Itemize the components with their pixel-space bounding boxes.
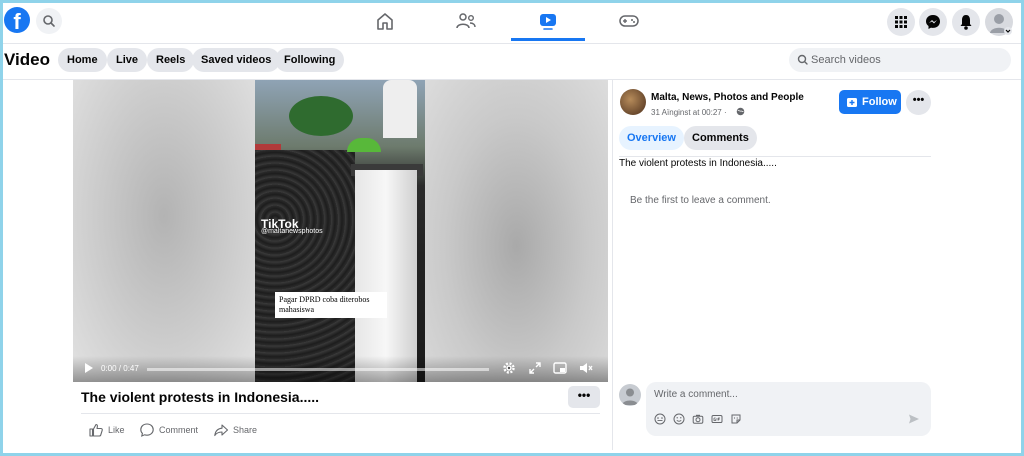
friends-icon bbox=[456, 13, 476, 29]
search-videos-input[interactable]: Search videos bbox=[789, 48, 1011, 72]
pill-saved-videos[interactable]: Saved videos bbox=[192, 48, 281, 72]
post-title: The violent protests in Indonesia..... bbox=[81, 389, 320, 405]
comment-input[interactable]: Write a comment... bbox=[646, 382, 931, 436]
video-frame: TikTok @maltanewsphotos Pagar DPRD coba … bbox=[255, 80, 425, 382]
home-icon bbox=[377, 13, 393, 30]
play-icon bbox=[85, 363, 93, 373]
nav-active-indicator bbox=[511, 38, 585, 41]
settings-button[interactable] bbox=[501, 360, 517, 376]
post-divider bbox=[81, 413, 600, 414]
right-gutter bbox=[944, 80, 1024, 450]
pill-live[interactable]: Live bbox=[107, 48, 148, 72]
search-facebook-button[interactable] bbox=[36, 8, 62, 34]
account-button[interactable] bbox=[985, 8, 1013, 36]
send-icon[interactable] bbox=[908, 413, 920, 425]
comment-bubble-icon bbox=[140, 423, 154, 437]
globe-icon bbox=[736, 107, 745, 116]
gear-icon bbox=[503, 362, 515, 374]
page-avatar[interactable] bbox=[620, 89, 646, 115]
scene-crowd bbox=[255, 150, 355, 382]
gamepad-icon bbox=[619, 15, 639, 27]
video-subheader: Video Home Live Reels Saved videos Follo… bbox=[0, 44, 1024, 80]
page-name[interactable]: Malta, News, Photos and People bbox=[651, 92, 804, 103]
tab-comments[interactable]: Comments bbox=[684, 126, 757, 150]
avatar-icon bbox=[622, 388, 638, 405]
scene-umbrella bbox=[347, 138, 381, 152]
video-time: 0:00 / 0:47 bbox=[101, 364, 139, 373]
post-more-button[interactable]: ••• bbox=[568, 386, 600, 408]
nav-video[interactable] bbox=[535, 9, 561, 33]
nav-friends[interactable] bbox=[453, 9, 479, 33]
sticker-icon[interactable] bbox=[730, 413, 742, 425]
follow-page-icon bbox=[847, 98, 857, 107]
search-icon bbox=[43, 15, 55, 27]
pill-home[interactable]: Home bbox=[58, 48, 107, 72]
tiktok-watermark: TikTok @maltanewsphotos bbox=[261, 217, 323, 236]
menu-button[interactable] bbox=[887, 8, 915, 36]
like-label: Like bbox=[108, 425, 125, 435]
tiktok-handle: @maltanewsphotos bbox=[261, 228, 323, 235]
avatar-sticker-icon[interactable] bbox=[654, 413, 666, 425]
avatar-icon bbox=[990, 14, 1012, 35]
volume-button[interactable] bbox=[578, 360, 594, 376]
follow-button[interactable]: Follow bbox=[839, 90, 901, 114]
scene-person bbox=[383, 80, 417, 138]
emoji-icon[interactable] bbox=[673, 413, 685, 425]
comment-label: Comment bbox=[159, 425, 199, 435]
player-blur-right bbox=[425, 80, 608, 382]
video-caption: Pagar DPRD coba diterobos mahasiswa bbox=[275, 292, 387, 318]
play-button[interactable] bbox=[81, 360, 97, 376]
scene-gate bbox=[355, 170, 417, 382]
share-label: Share bbox=[233, 425, 258, 435]
page-more-button[interactable]: ••• bbox=[906, 90, 931, 115]
post-timestamp: 31 Aïnginst at 00:27 · bbox=[651, 108, 727, 117]
miniplayer-icon bbox=[553, 362, 567, 374]
facebook-logo[interactable]: f bbox=[4, 7, 30, 34]
miniplayer-button[interactable] bbox=[552, 360, 568, 376]
panel-divider bbox=[619, 156, 931, 157]
grid-menu-icon bbox=[895, 16, 907, 28]
share-arrow-icon bbox=[214, 424, 229, 437]
empty-comments-message: Be the first to leave a comment. bbox=[630, 195, 771, 206]
search-videos-placeholder: Search videos bbox=[811, 54, 881, 66]
page-title: Video bbox=[4, 50, 50, 69]
video-progress-bar[interactable] bbox=[147, 368, 489, 371]
gif-icon[interactable] bbox=[711, 413, 723, 425]
expand-icon bbox=[529, 362, 541, 374]
messenger-button[interactable] bbox=[919, 8, 947, 36]
search-icon bbox=[797, 54, 808, 65]
pill-reels[interactable]: Reels bbox=[147, 48, 195, 72]
video-play-icon bbox=[540, 14, 556, 30]
tab-overview[interactable]: Overview bbox=[619, 126, 684, 150]
comment-placeholder: Write a comment... bbox=[654, 389, 738, 400]
thumbs-up-icon bbox=[89, 423, 103, 437]
tiktok-logo: TikTok bbox=[261, 217, 299, 231]
nav-gaming[interactable] bbox=[616, 9, 642, 33]
bell-icon bbox=[960, 15, 972, 30]
messenger-icon bbox=[926, 15, 940, 29]
nav-home[interactable] bbox=[372, 9, 398, 33]
avatar[interactable] bbox=[619, 384, 641, 406]
scene-tree bbox=[289, 96, 353, 136]
like-button[interactable]: Like bbox=[88, 422, 128, 438]
video-player[interactable]: TikTok @maltanewsphotos Pagar DPRD coba … bbox=[73, 80, 608, 382]
mute-icon bbox=[580, 363, 593, 373]
top-navigation-bar: f bbox=[0, 0, 1024, 44]
follow-label: Follow bbox=[862, 96, 897, 108]
notifications-button[interactable] bbox=[952, 8, 980, 36]
share-button[interactable]: Share bbox=[213, 422, 263, 438]
pill-following[interactable]: Following bbox=[275, 48, 345, 72]
video-description: The violent protests in Indonesia..... bbox=[619, 158, 777, 169]
fullscreen-button[interactable] bbox=[527, 360, 543, 376]
comment-button[interactable]: Comment bbox=[139, 422, 201, 438]
player-blur-left bbox=[73, 80, 255, 382]
player-controls: 0:00 / 0:47 bbox=[73, 356, 608, 382]
camera-icon[interactable] bbox=[692, 413, 704, 425]
